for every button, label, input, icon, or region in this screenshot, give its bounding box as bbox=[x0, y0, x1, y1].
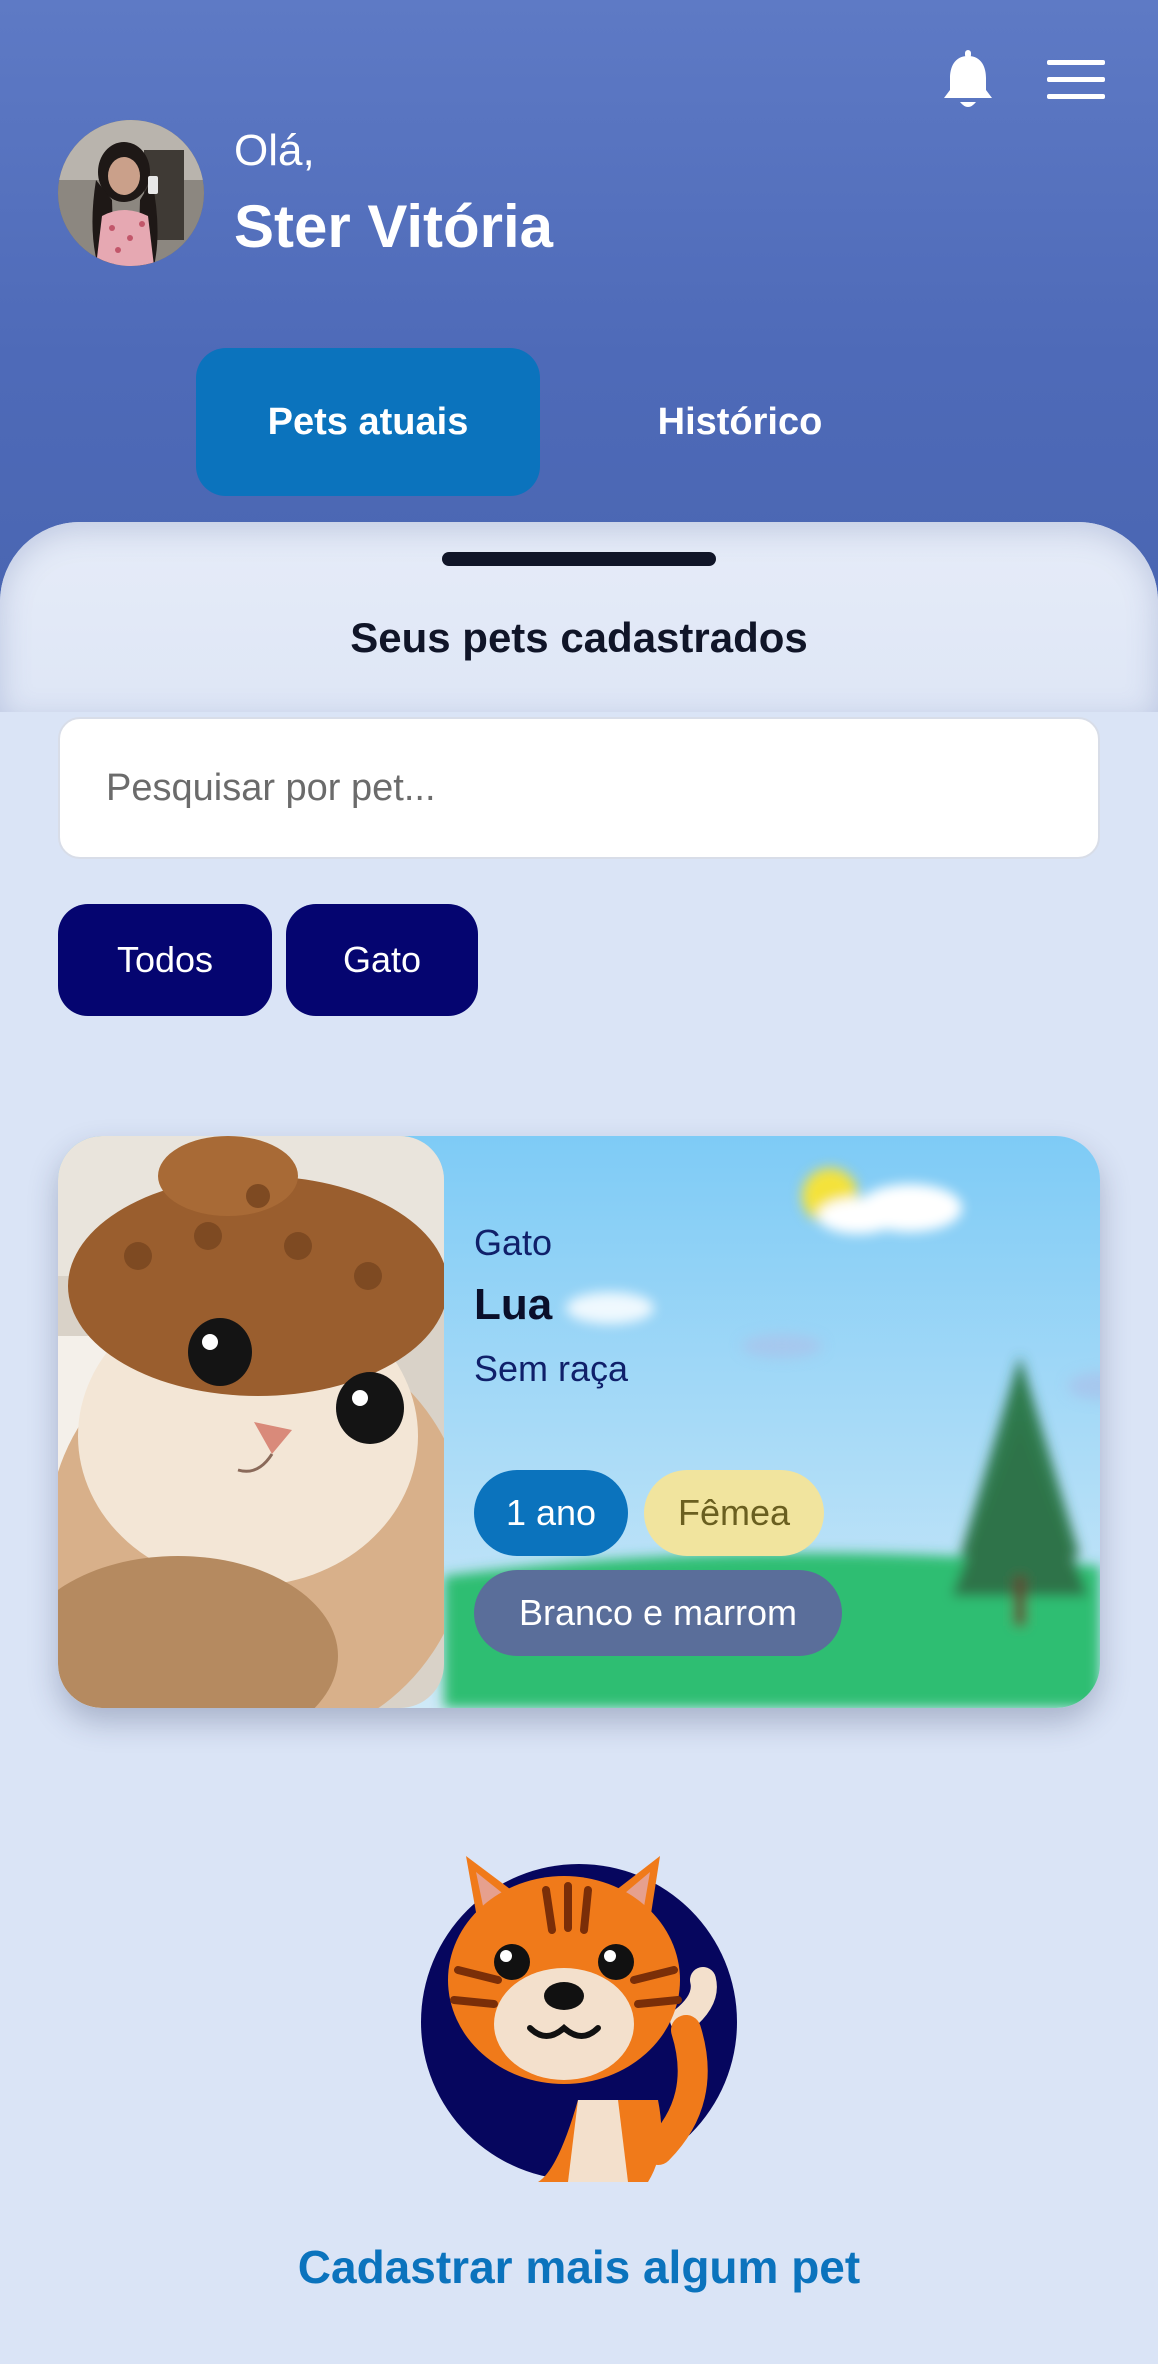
greeting-text: Olá, bbox=[234, 126, 315, 175]
tab-pets-atuais[interactable]: Pets atuais bbox=[196, 348, 540, 496]
search-input[interactable] bbox=[58, 717, 1100, 859]
pet-breed: Sem raça bbox=[474, 1348, 629, 1389]
hamburger-menu-icon[interactable] bbox=[1040, 48, 1112, 112]
filter-chip-gato[interactable]: Gato bbox=[286, 904, 478, 1016]
bell-icon[interactable] bbox=[936, 44, 1000, 116]
add-pet-link[interactable]: Cadastrar mais algum pet bbox=[0, 2240, 1158, 2294]
color-badge: Branco e marrom bbox=[474, 1570, 842, 1656]
drag-handle[interactable] bbox=[442, 552, 716, 566]
pet-photo bbox=[58, 1136, 444, 1708]
pet-species: Gato bbox=[474, 1222, 553, 1263]
sheet-title: Seus pets cadastrados bbox=[350, 614, 808, 661]
pet-name: Lua bbox=[474, 1280, 553, 1329]
avatar[interactable] bbox=[58, 120, 204, 266]
tab-historico[interactable]: Histórico bbox=[568, 348, 912, 496]
sex-badge: Fêmea bbox=[644, 1470, 824, 1556]
cat-mascot-illustration bbox=[418, 1850, 740, 2182]
age-badge: 1 ano bbox=[474, 1470, 628, 1556]
user-name: Ster Vitória bbox=[234, 193, 554, 260]
sheet-header: Seus pets cadastrados bbox=[0, 522, 1158, 712]
header: Olá, Ster Vitória Pets atuais Histórico bbox=[0, 0, 1158, 600]
filter-chip-todos[interactable]: Todos bbox=[58, 904, 272, 1016]
